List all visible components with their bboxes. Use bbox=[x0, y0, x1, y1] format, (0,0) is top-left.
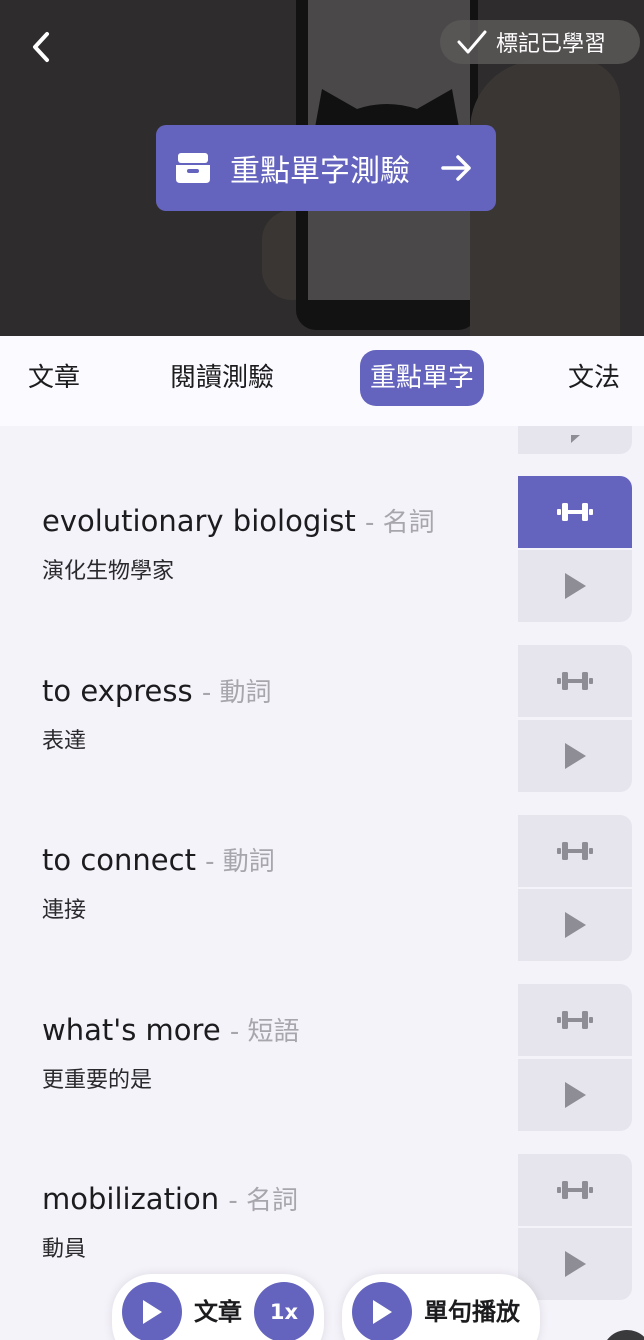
play-button[interactable] bbox=[518, 426, 632, 454]
practice-button[interactable] bbox=[518, 645, 632, 717]
word-term: what's more bbox=[42, 1013, 221, 1047]
list-item[interactable]: evolutionary biologist - 名詞 演化生物學家 bbox=[42, 502, 435, 585]
dumbbell-icon bbox=[557, 842, 593, 860]
practice-button[interactable] bbox=[518, 815, 632, 887]
word-translation: 表達 bbox=[42, 729, 87, 754]
check-icon bbox=[457, 30, 487, 54]
word-translation: 動員 bbox=[42, 1237, 87, 1262]
play-icon bbox=[565, 912, 586, 938]
back-button[interactable] bbox=[24, 28, 58, 66]
tab-reading-quiz[interactable]: 閱讀測驗 bbox=[170, 350, 274, 406]
play-button[interactable] bbox=[518, 889, 632, 961]
list-item[interactable]: mobilization - 名詞 動員 bbox=[42, 1180, 298, 1263]
practice-button[interactable] bbox=[518, 984, 632, 1056]
play-button[interactable] bbox=[518, 720, 632, 792]
play-button[interactable] bbox=[518, 550, 632, 622]
vocab-quiz-button[interactable]: 重點單字測驗 bbox=[156, 125, 496, 211]
play-icon bbox=[373, 1300, 392, 1324]
list-item[interactable]: to connect - 動詞 連接 bbox=[42, 841, 275, 924]
article-player-label: 文章 bbox=[194, 1298, 242, 1326]
practice-button[interactable] bbox=[518, 476, 632, 548]
word-part-of-speech: - 動詞 bbox=[205, 847, 275, 877]
article-play-button[interactable] bbox=[122, 1282, 182, 1340]
word-translation: 演化生物學家 bbox=[42, 559, 175, 584]
play-icon bbox=[565, 1251, 586, 1277]
sentence-player-label: 單句播放 bbox=[424, 1298, 520, 1326]
list-item[interactable]: what's more - 短語 更重要的是 bbox=[42, 1011, 300, 1094]
arrow-right-icon bbox=[441, 155, 471, 181]
chevron-left-icon bbox=[33, 32, 49, 62]
tab-article[interactable]: 文章 bbox=[28, 350, 80, 406]
floating-button[interactable] bbox=[602, 1330, 644, 1340]
tab-key-vocab[interactable]: 重點單字 bbox=[360, 350, 485, 406]
section-tabs: 文章 閱讀測驗 重點單字 文法 bbox=[0, 336, 644, 426]
word-part-of-speech: - 名詞 bbox=[228, 1186, 298, 1216]
word-part-of-speech: - 短語 bbox=[229, 1017, 300, 1047]
word-term: to express bbox=[42, 674, 193, 708]
play-icon bbox=[565, 1082, 586, 1108]
dumbbell-icon bbox=[557, 1181, 593, 1199]
article-player: 文章 1x bbox=[112, 1274, 324, 1340]
word-term: mobilization bbox=[42, 1182, 220, 1216]
mark-learned-button[interactable]: 標記已學習 bbox=[440, 20, 640, 64]
play-icon bbox=[571, 435, 580, 443]
word-part-of-speech: - 名詞 bbox=[364, 508, 435, 538]
dumbbell-icon bbox=[557, 672, 593, 690]
word-term: evolutionary biologist bbox=[42, 504, 356, 538]
vocab-quiz-label: 重點單字測驗 bbox=[230, 154, 410, 189]
play-button[interactable] bbox=[518, 1228, 632, 1300]
play-icon bbox=[565, 573, 586, 599]
word-translation: 更重要的是 bbox=[42, 1068, 153, 1093]
play-button[interactable] bbox=[518, 1059, 632, 1131]
mark-learned-label: 標記已學習 bbox=[496, 32, 607, 57]
sentence-play-button[interactable] bbox=[352, 1282, 412, 1340]
list-item[interactable]: to express - 動詞 表達 bbox=[42, 672, 271, 755]
speed-button[interactable]: 1x bbox=[254, 1282, 314, 1340]
inbox-tray-icon bbox=[176, 153, 210, 183]
word-part-of-speech: - 動詞 bbox=[201, 678, 272, 708]
play-icon bbox=[565, 743, 586, 769]
dumbbell-icon bbox=[557, 503, 593, 521]
word-translation: 連接 bbox=[42, 898, 87, 923]
dumbbell-icon bbox=[557, 1011, 593, 1029]
practice-button[interactable] bbox=[518, 1154, 632, 1226]
word-term: to connect bbox=[42, 843, 196, 877]
sentence-player: 單句播放 bbox=[342, 1274, 540, 1340]
tab-grammar[interactable]: 文法 bbox=[568, 350, 620, 406]
play-icon bbox=[143, 1300, 162, 1324]
